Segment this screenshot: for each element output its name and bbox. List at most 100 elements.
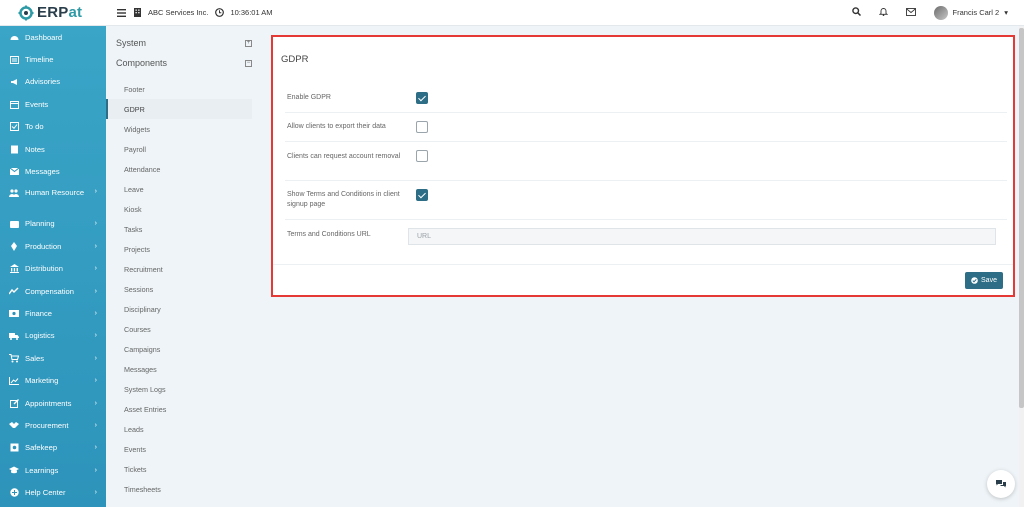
current-time: 10:36:01 AM xyxy=(230,8,273,17)
help-icon xyxy=(9,488,19,498)
form-row-terms: Show Terms and Conditions in client sign… xyxy=(285,181,1007,220)
settings-item-disciplinary[interactable]: Disciplinary xyxy=(106,299,262,319)
settings-nav: System + Components − Footer GDPR Widgets P… xyxy=(106,26,262,507)
settings-item-sessions[interactable]: Sessions xyxy=(106,279,262,299)
settings-item-asset-entries[interactable]: Asset Entries xyxy=(106,399,262,419)
export-data-checkbox[interactable] xyxy=(416,121,428,133)
sidebar-item-compensation[interactable]: Compensation › xyxy=(0,280,106,302)
sidebar-item-label: Finance xyxy=(25,308,53,318)
search-icon[interactable] xyxy=(851,7,861,18)
sidebar-item-distribution[interactable]: Distribution › xyxy=(0,258,106,280)
chevron-right-icon: › xyxy=(94,332,97,340)
settings-item-attendance[interactable]: Attendance xyxy=(106,159,262,179)
chevron-right-icon: › xyxy=(94,265,97,273)
settings-item-tickets[interactable]: Tickets xyxy=(106,459,262,479)
panel-title: GDPR xyxy=(281,54,309,65)
megaphone-icon xyxy=(9,77,19,87)
check-circle-icon xyxy=(971,277,978,284)
company-name[interactable]: ABC Services Inc. xyxy=(148,8,208,17)
settings-item-projects[interactable]: Projects xyxy=(106,239,262,259)
collapse-icon: − xyxy=(245,59,252,67)
form-row-export-data: Allow clients to export their data xyxy=(285,113,1007,142)
mail-icon[interactable] xyxy=(905,7,916,18)
settings-item-kiosk[interactable]: Kiosk xyxy=(106,199,262,219)
money-icon xyxy=(9,308,19,318)
settings-item-payroll[interactable]: Payroll xyxy=(106,139,262,159)
settings-item-tasks[interactable]: Tasks xyxy=(106,219,262,239)
sidebar-item-help-center[interactable]: Help Center › xyxy=(0,481,106,503)
sidebar-item-label: Events xyxy=(25,99,49,109)
chevron-right-icon: › xyxy=(94,466,97,474)
settings-item-timesheets[interactable]: Timesheets xyxy=(106,479,262,499)
enable-gdpr-checkbox[interactable] xyxy=(416,92,428,104)
page-scrollbar-thumb[interactable] xyxy=(1019,28,1024,408)
settings-item-campaigns[interactable]: Campaigns xyxy=(106,339,262,359)
components-list: Footer GDPR Widgets Payroll Attendance Leave K… xyxy=(106,79,262,499)
sidebar-item-learnings[interactable]: Learnings › xyxy=(0,459,106,481)
compensation-icon xyxy=(9,286,19,296)
settings-item-leads[interactable]: Leads xyxy=(106,419,262,439)
chat-button[interactable] xyxy=(987,470,1015,498)
settings-item-recruitment[interactable]: Recruitment xyxy=(106,259,262,279)
account-removal-checkbox[interactable] xyxy=(416,150,428,162)
sidebar-item-to-do[interactable]: To do xyxy=(0,116,106,138)
clock-icon xyxy=(214,8,224,18)
app-logo[interactable]: ERPat xyxy=(0,0,106,26)
settings-item-footer[interactable]: Footer xyxy=(106,79,262,99)
chevron-right-icon: › xyxy=(94,309,97,317)
sidebar-item-advisories[interactable]: Advisories xyxy=(0,71,106,93)
sidebar-item-events[interactable]: Events xyxy=(0,93,106,115)
sidebar-item-timeline[interactable]: Timeline xyxy=(0,48,106,70)
sidebar-item-sales[interactable]: Sales › xyxy=(0,347,106,369)
form-row-enable-gdpr: Enable GDPR xyxy=(285,85,1007,113)
chevron-right-icon: › xyxy=(94,489,97,497)
sidebar-item-planning[interactable]: Planning › xyxy=(0,213,106,235)
production-icon xyxy=(9,241,19,251)
sidebar-item-label: Compensation xyxy=(25,286,74,296)
settings-group-label: System xyxy=(116,38,147,48)
sidebar-item-notes[interactable]: Notes xyxy=(0,138,106,160)
sidebar-item-safekeep[interactable]: Safekeep › xyxy=(0,437,106,459)
settings-group-components[interactable]: Components − xyxy=(106,53,262,73)
settings-item-gdpr[interactable]: GDPR xyxy=(106,99,252,119)
people-icon xyxy=(9,188,19,198)
checkbox-icon xyxy=(9,122,19,132)
menu-toggle-icon[interactable] xyxy=(116,8,126,18)
save-button[interactable]: Save xyxy=(965,272,1003,289)
sidebar-item-label: Logistics xyxy=(25,331,55,341)
sidebar-item-messages[interactable]: Messages xyxy=(0,160,106,182)
sidebar-item-dashboard[interactable]: Dashboard xyxy=(0,26,106,48)
gdpr-form: Enable GDPR Allow clients to export thei… xyxy=(285,85,1007,265)
settings-item-courses[interactable]: Courses xyxy=(106,319,262,339)
settings-item-widgets[interactable]: Widgets xyxy=(106,119,262,139)
settings-item-events[interactable]: Events xyxy=(106,439,262,459)
settings-item-system-logs[interactable]: System Logs xyxy=(106,379,262,399)
user-menu[interactable]: Francis Carl 2 ▾ xyxy=(933,5,1008,20)
sidebar-item-label: To do xyxy=(25,122,44,132)
chevron-right-icon: › xyxy=(94,242,97,250)
sidebar-item-marketing[interactable]: Marketing › xyxy=(0,369,106,391)
sidebar-item-label: Sales xyxy=(25,353,44,363)
chevron-right-icon: › xyxy=(94,421,97,429)
chevron-right-icon: › xyxy=(94,220,97,228)
sidebar-item-appointments[interactable]: Appointments › xyxy=(0,392,106,414)
terms-url-label: Terms and Conditions URL xyxy=(287,231,371,238)
terms-checkbox[interactable] xyxy=(416,189,428,201)
sidebar-item-label: Distribution xyxy=(25,264,63,274)
timeline-icon xyxy=(9,55,19,65)
sidebar-item-procurement[interactable]: Procurement › xyxy=(0,414,106,436)
planning-icon xyxy=(9,219,19,229)
avatar xyxy=(933,5,948,20)
enable-gdpr-label: Enable GDPR xyxy=(287,94,331,101)
sidebar-item-logistics[interactable]: Logistics › xyxy=(0,325,106,347)
settings-item-leave[interactable]: Leave xyxy=(106,179,262,199)
terms-url-input[interactable] xyxy=(408,228,996,245)
sidebar-item-production[interactable]: Production › xyxy=(0,235,106,257)
bell-icon[interactable] xyxy=(878,7,888,18)
sidebar-item-label: Dashboard xyxy=(25,32,63,42)
sidebar-item-human-resource[interactable]: Human Resource › xyxy=(0,183,106,213)
sidebar-item-finance[interactable]: Finance › xyxy=(0,302,106,324)
settings-group-system[interactable]: System + xyxy=(106,33,262,53)
settings-item-messages[interactable]: Messages xyxy=(106,359,262,379)
form-row-account-removal: Clients can request account removal xyxy=(285,142,1007,181)
